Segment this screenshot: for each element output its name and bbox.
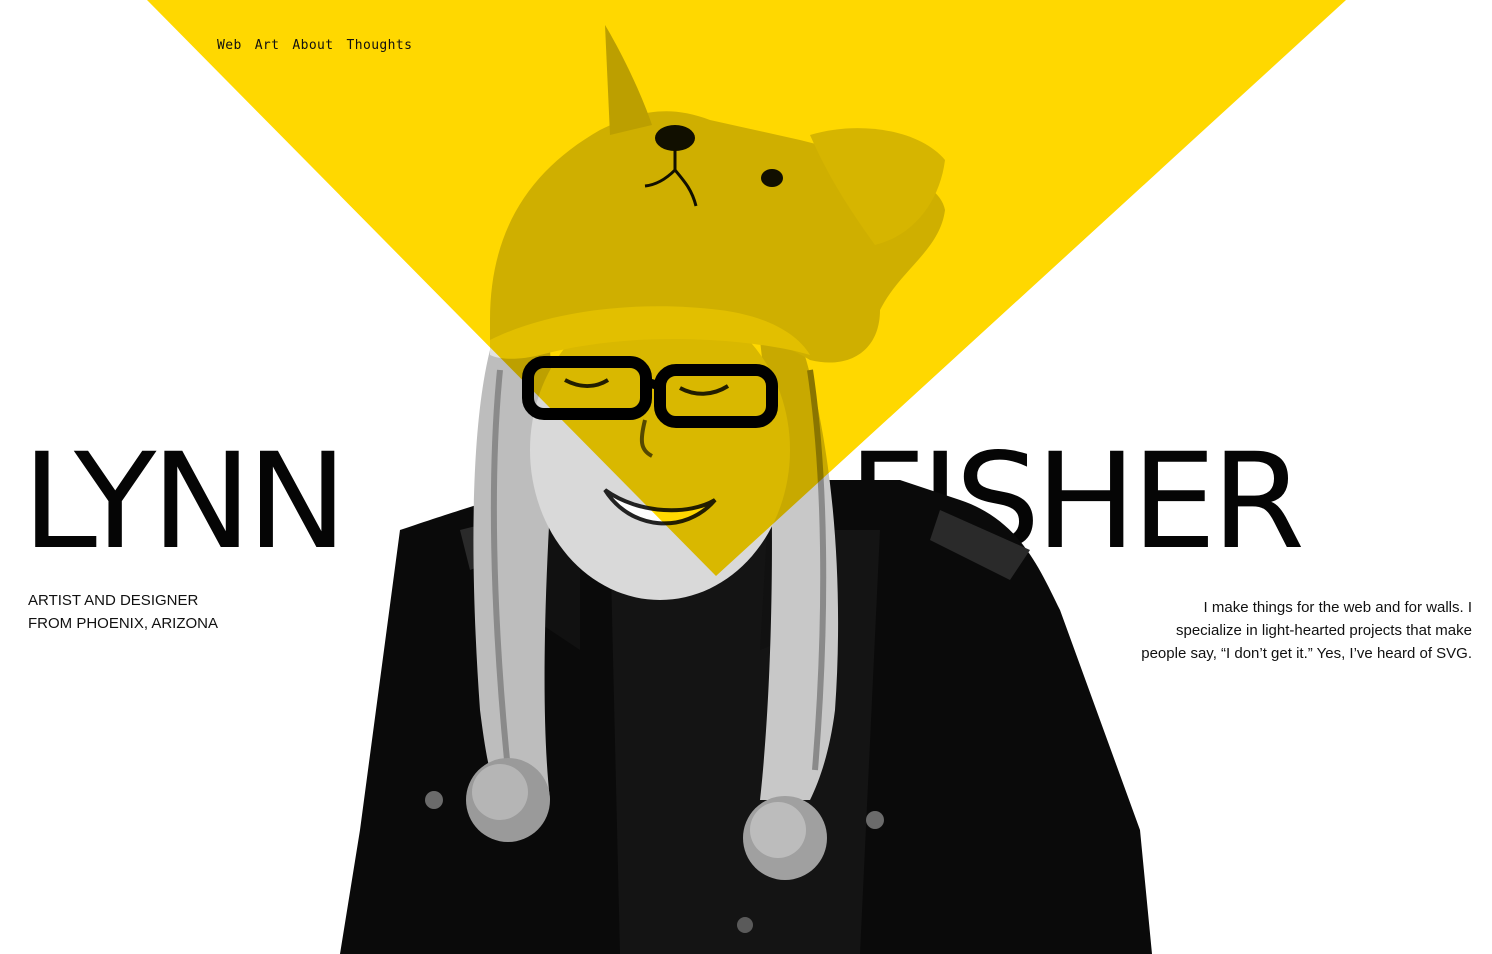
main-nav: Web Art About Thoughts — [217, 38, 412, 53]
bio-line-3: people say, “I don’t get it.” Yes, I’ve … — [1141, 645, 1472, 662]
page: Web Art About Thoughts LYNN FISHER ARTIS… — [0, 0, 1492, 954]
tagline: ARTIST AND DESIGNER FROM PHOENIX, ARIZON… — [28, 589, 218, 635]
nav-item-web[interactable]: Web — [217, 38, 242, 53]
tagline-line-2: FROM PHOENIX, ARIZONA — [28, 615, 219, 632]
portrait-photo — [340, 10, 1160, 954]
tagline-line-1: ARTIST AND DESIGNER — [28, 592, 199, 609]
bio-line-1: I make things for the web and for walls.… — [1203, 599, 1472, 616]
nav-item-about[interactable]: About — [292, 38, 333, 53]
nav-item-art[interactable]: Art — [255, 38, 280, 53]
bio-line-2: specialize in light-hearted projects tha… — [1176, 622, 1472, 639]
nav-item-thoughts[interactable]: Thoughts — [347, 38, 413, 53]
bio: I make things for the web and for walls.… — [1112, 596, 1472, 665]
hero-first-name: LYNN — [22, 425, 348, 579]
